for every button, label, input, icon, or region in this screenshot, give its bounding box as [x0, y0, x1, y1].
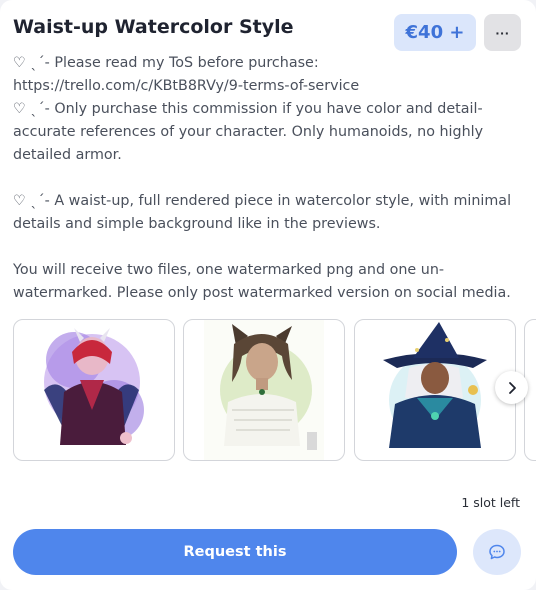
description-line: watermarked. Please only post watermarke…	[13, 285, 511, 301]
chevron-right-icon	[508, 381, 516, 394]
description-line: details and simple background like in th…	[13, 216, 381, 232]
gallery-image[interactable]	[183, 319, 345, 461]
chat-button[interactable]	[473, 529, 521, 575]
description-line: ♡ ˎˊ- Only purchase this commission if y…	[13, 101, 483, 117]
gallery-image[interactable]	[13, 319, 175, 461]
preview-artwork-purple	[34, 320, 154, 460]
tos-link[interactable]: https://trello.com/c/KBtB8RVy/9-terms-of…	[13, 75, 528, 98]
preview-artwork-cat	[204, 320, 324, 460]
commission-card: Waist-up Watercolor Style €40 + ··· ♡ ˎˊ…	[0, 0, 536, 590]
preview-artwork-witch	[373, 320, 497, 460]
description-line: ♡ ˎˊ- A waist-up, full rendered piece in…	[13, 193, 512, 209]
description-line: ♡ ˎˊ- Please read my ToS before purchase…	[13, 55, 319, 71]
chat-bubble-icon	[489, 544, 505, 560]
description-line: detailed armor.	[13, 147, 122, 163]
slots-remaining: 1 slot left	[461, 495, 520, 510]
more-icon: ···	[495, 24, 510, 41]
commission-title: Waist-up Watercolor Style	[13, 16, 294, 38]
more-options-button[interactable]: ···	[484, 14, 521, 51]
request-button[interactable]: Request this	[13, 529, 457, 575]
price-button[interactable]: €40 +	[394, 14, 476, 51]
gallery-image[interactable]	[354, 319, 516, 461]
description-line: accurate references of your character. O…	[13, 124, 484, 140]
commission-description: ♡ ˎˊ- Please read my ToS before purchase…	[13, 52, 528, 305]
preview-gallery	[13, 319, 536, 461]
description-line: You will receive two files, one watermar…	[13, 262, 445, 278]
gallery-next-button[interactable]	[495, 371, 528, 404]
